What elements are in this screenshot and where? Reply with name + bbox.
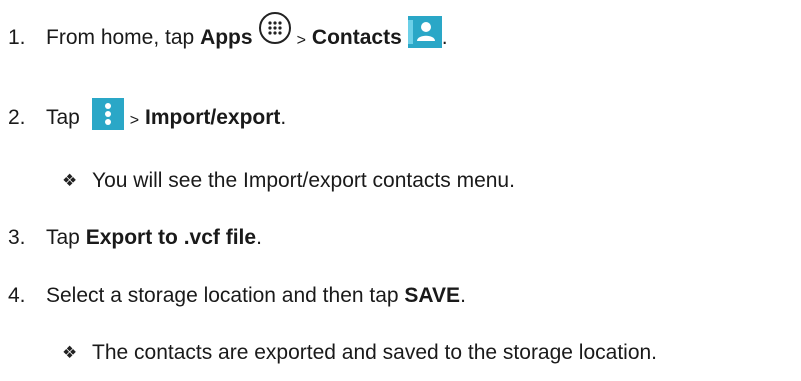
- step-4: 4. Select a storage location and then ta…: [8, 281, 466, 311]
- note-text: You will see the Import/export contacts …: [92, 169, 515, 192]
- export-vcf-label: Export to .vcf file: [85, 226, 257, 249]
- apps-grid-icon: [258, 12, 291, 44]
- step-3: 3. Tap Export to .vcf file .: [8, 223, 262, 253]
- separator: >: [296, 32, 306, 49]
- step-end: .: [460, 284, 466, 307]
- overflow-menu-icon: [91, 98, 124, 130]
- step-end: .: [280, 106, 287, 129]
- note-2: ❖ The contacts are exported and saved to…: [62, 338, 657, 368]
- note-1: ❖ You will see the Import/export contact…: [62, 166, 515, 196]
- bullet-icon: ❖: [62, 343, 78, 362]
- step-number: 2.: [8, 106, 26, 129]
- step-number: 3.: [8, 226, 26, 249]
- separator: >: [129, 112, 140, 129]
- step-text: From home, tap: [46, 26, 201, 49]
- step-2: 2. Tap > Import/export .: [8, 98, 286, 138]
- import-export-label: Import/export: [145, 106, 281, 129]
- note-text: The contacts are exported and saved to t…: [92, 341, 658, 364]
- step-1: 1. From home, tap Apps > Contacts .: [8, 12, 448, 58]
- step-text: Tap: [46, 226, 86, 249]
- step-number: 1.: [8, 26, 26, 49]
- apps-label: Apps: [200, 26, 253, 49]
- bullet-icon: ❖: [62, 171, 78, 190]
- contacts-person-icon: [407, 16, 442, 48]
- step-text: Select a storage location and then tap: [46, 284, 405, 307]
- save-label: SAVE: [404, 284, 461, 307]
- step-text: Tap: [46, 106, 86, 129]
- step-end: .: [256, 226, 262, 249]
- contacts-label: Contacts: [311, 26, 402, 49]
- step-number: 4.: [8, 284, 26, 307]
- step-end: .: [441, 26, 448, 49]
